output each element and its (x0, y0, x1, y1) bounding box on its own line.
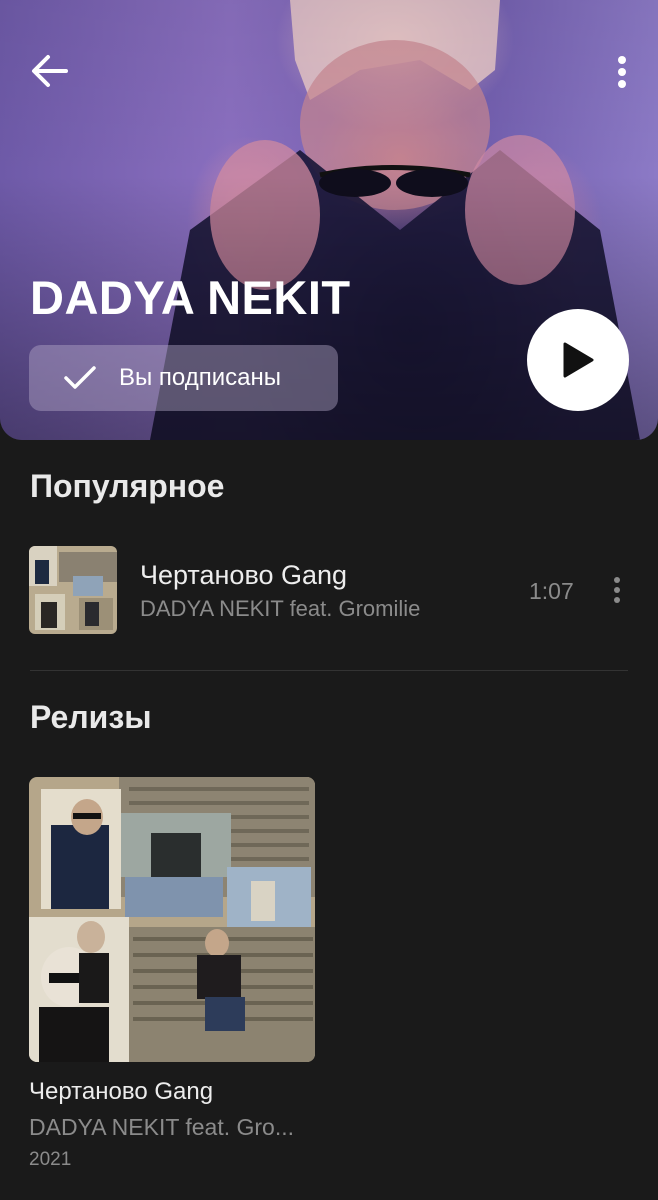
release-year: 2021 (29, 1149, 72, 1170)
track-more-button[interactable] (600, 570, 634, 610)
release-cover (29, 777, 315, 1062)
release-artist: DADYA NEKIT feat. Gro... (29, 1114, 295, 1140)
more-vertical-icon (618, 56, 626, 88)
track-duration: 1:07 (529, 578, 574, 604)
more-options-button[interactable] (604, 50, 640, 94)
arrow-left-icon (32, 55, 68, 87)
artist-name: DADYA NEKIT (30, 271, 351, 324)
track-cover (29, 546, 117, 634)
track-row[interactable]: Чертаново Gang DADYA NEKIT feat. Gromili… (0, 540, 658, 640)
release-title: Чертаново Gang (29, 1078, 214, 1105)
subscribed-label: Вы подписаны (119, 364, 281, 391)
back-button[interactable] (22, 46, 78, 96)
play-button[interactable] (527, 309, 629, 411)
play-icon (563, 342, 594, 378)
section-divider (30, 670, 628, 671)
more-vertical-icon (614, 577, 620, 603)
release-card[interactable]: Чертаново Gang DADYA NEKIT feat. Gro... … (29, 777, 315, 1171)
subscribed-button[interactable]: Вы подписаны (29, 345, 338, 411)
track-artist: DADYA NEKIT feat. Gromilie (140, 596, 421, 621)
check-icon (64, 366, 96, 389)
popular-section-title: Популярное (30, 468, 225, 504)
track-title: Чертаново Gang (140, 560, 348, 590)
releases-section-title: Релизы (30, 699, 152, 735)
